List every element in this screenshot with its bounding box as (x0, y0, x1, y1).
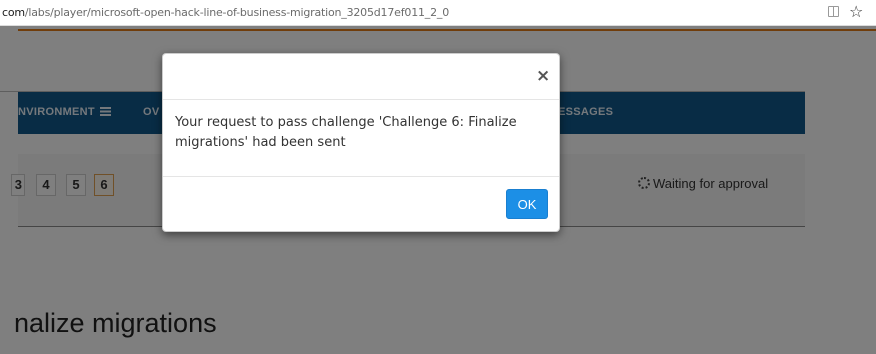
confirmation-dialog: × Your request to pass challenge 'Challe… (162, 53, 560, 232)
bookmark-star-icon[interactable]: ☆ (849, 2, 863, 21)
ok-button[interactable]: OK (506, 189, 548, 219)
page: com/labs/player/microsoft-open-hack-line… (0, 0, 876, 354)
url-path: /labs/player/microsoft-open-hack-line-of… (24, 6, 449, 19)
dialog-footer: OK (163, 176, 559, 233)
address-bar[interactable]: com/labs/player/microsoft-open-hack-line… (0, 0, 876, 26)
reader-mode-icon[interactable] (828, 6, 839, 17)
dialog-header: × (163, 54, 559, 100)
dialog-message: Your request to pass challenge 'Challeng… (175, 115, 517, 150)
url-host: com (2, 6, 25, 19)
url-text[interactable]: com/labs/player/microsoft-open-hack-line… (2, 6, 449, 19)
close-icon[interactable]: × (536, 68, 550, 85)
